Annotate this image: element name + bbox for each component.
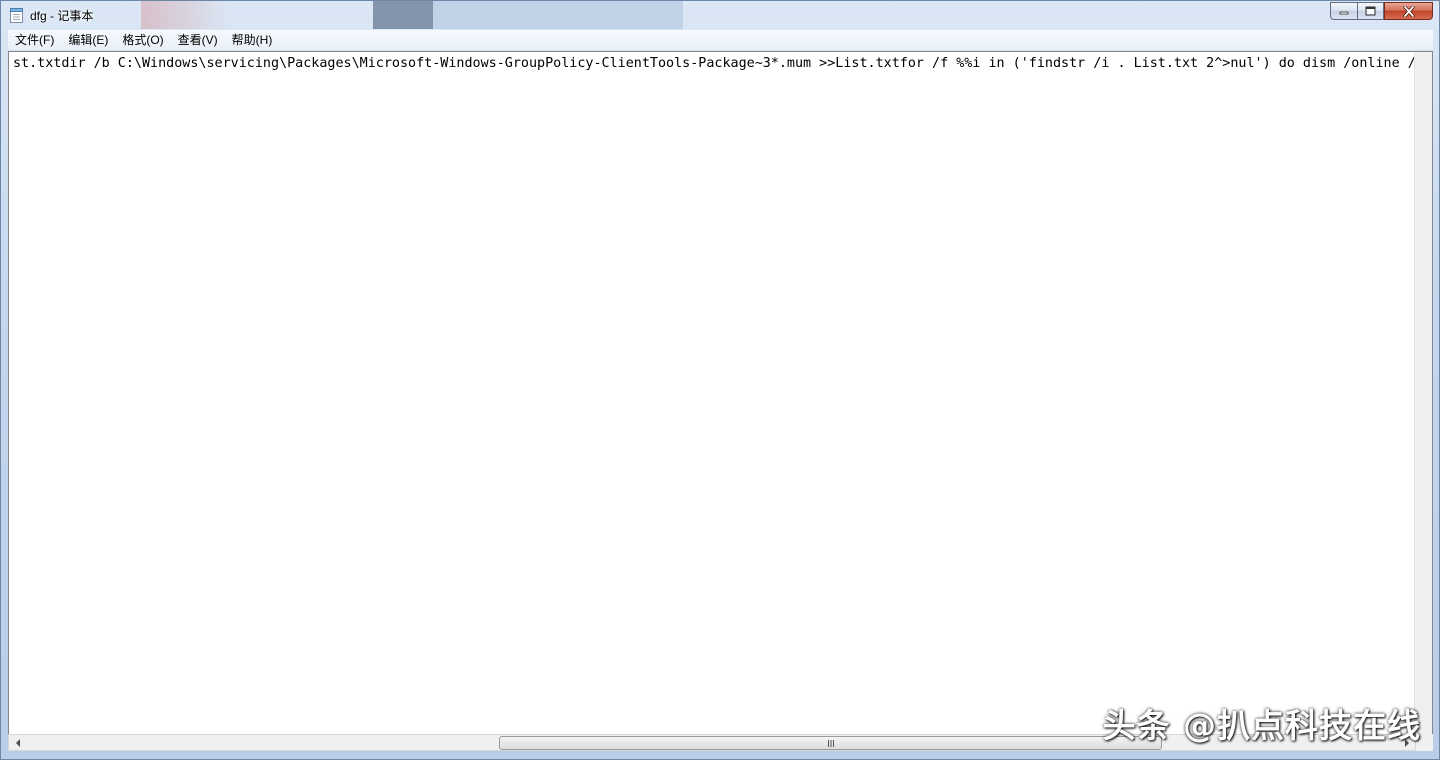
minimize-icon [1339,11,1349,15]
vertical-scrollbar[interactable] [1414,52,1432,734]
menu-format[interactable]: 格式(O) [115,30,170,50]
menu-view[interactable]: 查看(V) [171,30,225,50]
grip-icon [827,739,834,747]
title-bar[interactable]: dfg - 记事本 [1,1,1439,30]
horizontal-scroll-thumb[interactable] [499,736,1162,750]
maximize-icon [1365,6,1376,16]
menu-bar: 文件(F) 编辑(E) 格式(O) 查看(V) 帮助(H) [8,30,1433,51]
watermark-text: 头条 @扒点科技在线 [1102,706,1421,745]
menu-edit[interactable]: 编辑(E) [61,30,115,50]
menu-file[interactable]: 文件(F) [8,30,61,50]
notepad-window: dfg - 记事本 文件(F) 编辑(E) 格式(O) 查看(V) 帮助(H) … [0,0,1440,760]
caption-buttons [1330,2,1433,21]
arrow-left-icon [15,738,20,747]
editor-text[interactable]: st.txtdir /b C:\Windows\servicing\Packag… [13,55,1424,73]
scroll-left-button[interactable] [9,735,26,750]
notepad-icon [10,7,24,23]
close-icon [1402,5,1415,17]
minimize-button[interactable] [1330,2,1357,20]
window-title: dfg - 记事本 [30,9,94,23]
close-button[interactable] [1384,2,1433,20]
text-editor[interactable]: st.txtdir /b C:\Windows\servicing\Packag… [8,51,1433,735]
menu-help[interactable]: 帮助(H) [225,30,280,50]
maximize-button[interactable] [1357,2,1384,20]
